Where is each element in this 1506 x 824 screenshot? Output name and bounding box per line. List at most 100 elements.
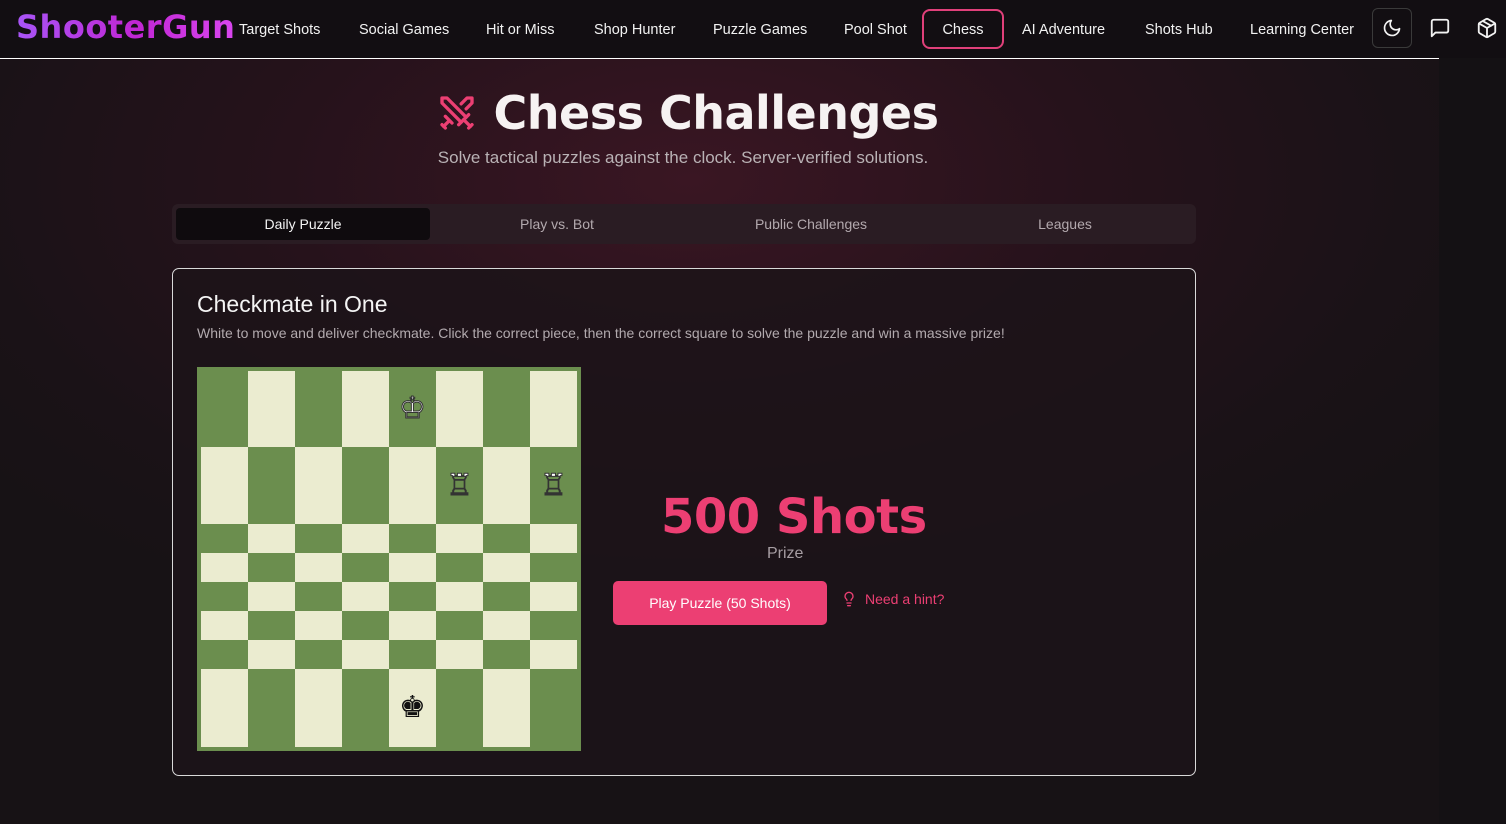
square-g1[interactable] [483,669,530,747]
square-c5[interactable] [295,553,342,582]
square-a6[interactable] [201,524,248,553]
tab-daily-puzzle[interactable]: Daily Puzzle [176,208,430,240]
square-e6[interactable] [389,524,436,553]
play-puzzle-button[interactable]: Play Puzzle (50 Shots) [613,581,827,625]
nav-chess[interactable]: Chess [922,9,1004,49]
square-h7[interactable]: ♖ [530,447,577,524]
mode-tabs: Daily Puzzle Play vs. Bot Public Challen… [172,204,1196,244]
square-h2[interactable] [530,640,577,669]
square-b5[interactable] [248,553,295,582]
square-c7[interactable] [295,447,342,524]
square-f2[interactable] [436,640,483,669]
nav-hit-or-miss[interactable]: Hit or Miss [466,9,574,49]
square-e2[interactable] [389,640,436,669]
square-g2[interactable] [483,640,530,669]
page-subtitle: Solve tactical puzzles against the clock… [437,148,929,167]
nav-shop-hunter[interactable]: Shop Hunter [574,9,695,49]
square-c8[interactable] [295,371,342,447]
square-g3[interactable] [483,611,530,640]
square-f1[interactable] [436,669,483,747]
square-f7[interactable]: ♖ [436,447,483,524]
square-c1[interactable] [295,669,342,747]
square-g6[interactable] [483,524,530,553]
white-king-piece[interactable]: ♔ [399,393,427,424]
square-e8[interactable]: ♔ [389,371,436,447]
square-d8[interactable] [342,371,389,447]
white-rook-piece[interactable]: ♖ [540,470,568,501]
square-g5[interactable] [483,553,530,582]
square-h1[interactable] [530,669,577,747]
tab-public-challenges[interactable]: Public Challenges [684,208,938,240]
square-c6[interactable] [295,524,342,553]
square-b2[interactable] [248,640,295,669]
square-h6[interactable] [530,524,577,553]
theme-toggle-button[interactable] [1372,8,1412,48]
square-g4[interactable] [483,582,530,611]
square-a7[interactable] [201,447,248,524]
top-nav: ShooterGun Target Shots Social Games Hit… [0,0,1506,60]
square-d4[interactable] [342,582,389,611]
square-b6[interactable] [248,524,295,553]
square-d6[interactable] [342,524,389,553]
package-button[interactable] [1467,8,1506,48]
square-e3[interactable] [389,611,436,640]
square-b7[interactable] [248,447,295,524]
nav-pool-shot[interactable]: Pool Shot [824,9,927,49]
square-c2[interactable] [295,640,342,669]
nav-shots-hub[interactable]: Shots Hub [1125,9,1233,49]
puzzle-description: White to move and deliver checkmate. Cli… [197,325,1005,341]
square-f5[interactable] [436,553,483,582]
moon-icon [1383,19,1401,37]
tab-leagues[interactable]: Leagues [938,208,1192,240]
square-a8[interactable] [201,371,248,447]
chess-board-grid: ♔ ♖ ♖ ♚ [201,371,577,747]
square-b3[interactable] [248,611,295,640]
square-f3[interactable] [436,611,483,640]
square-d7[interactable] [342,447,389,524]
black-king-piece[interactable]: ♚ [399,693,426,723]
square-e4[interactable] [389,582,436,611]
square-d5[interactable] [342,553,389,582]
square-a1[interactable] [201,669,248,747]
hint-label: Need a hint? [865,591,945,607]
nav-social-games[interactable]: Social Games [339,9,469,49]
square-g8[interactable] [483,371,530,447]
square-e7[interactable] [389,447,436,524]
nav-puzzle-games[interactable]: Puzzle Games [693,9,827,49]
nav-learning-center[interactable]: Learning Center [1230,9,1374,49]
square-h4[interactable] [530,582,577,611]
puzzle-title: Checkmate in One [197,291,388,317]
square-h3[interactable] [530,611,577,640]
square-g7[interactable] [483,447,530,524]
square-b1[interactable] [248,669,295,747]
package-icon [1477,17,1497,39]
square-c3[interactable] [295,611,342,640]
square-d1[interactable] [342,669,389,747]
square-f8[interactable] [436,371,483,447]
square-b8[interactable] [248,371,295,447]
hint-link[interactable]: Need a hint? [841,591,944,607]
square-e1[interactable]: ♚ [389,669,436,747]
crossed-swords-icon [440,96,475,130]
square-f4[interactable] [436,582,483,611]
square-f6[interactable] [436,524,483,553]
square-a4[interactable] [201,582,248,611]
square-d3[interactable] [342,611,389,640]
square-c4[interactable] [295,582,342,611]
square-a5[interactable] [201,553,248,582]
square-a2[interactable] [201,640,248,669]
square-h8[interactable] [530,371,577,447]
square-a3[interactable] [201,611,248,640]
brand-logo[interactable]: ShooterGun [16,8,235,46]
nav-ai-adventure[interactable]: AI Adventure [1002,9,1125,49]
square-d2[interactable] [342,640,389,669]
chat-button[interactable] [1420,8,1460,48]
tab-play-vs-bot[interactable]: Play vs. Bot [430,208,684,240]
white-rook-piece[interactable]: ♖ [446,470,474,501]
prize-label: Prize [767,545,804,562]
square-h5[interactable] [530,553,577,582]
square-b4[interactable] [248,582,295,611]
square-e5[interactable] [389,553,436,582]
chat-icon [1430,18,1450,38]
nav-target-shots[interactable]: Target Shots [219,9,340,49]
